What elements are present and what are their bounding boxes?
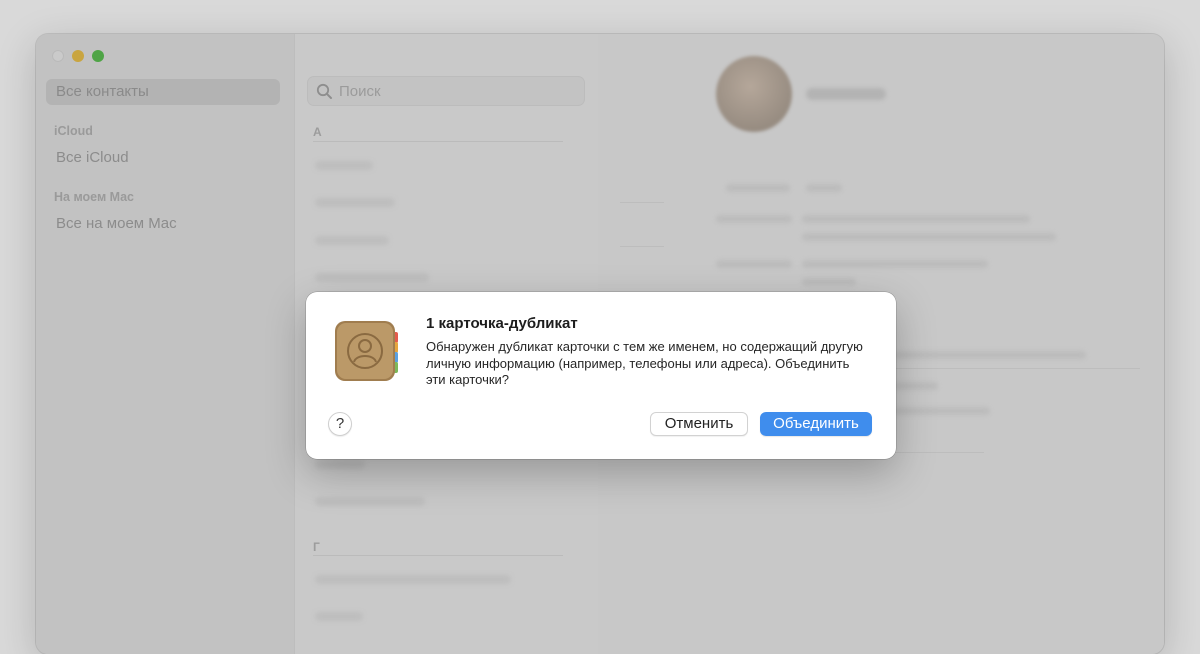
detail-value [802, 278, 856, 286]
detail-divider [894, 368, 1140, 369]
dialog-title: 1 карточка-дубликат [426, 315, 578, 332]
list-item[interactable] [315, 161, 373, 170]
section-letter-g: Г [313, 540, 320, 554]
detail-divider [620, 202, 664, 203]
contact-name [806, 88, 886, 100]
section-divider [313, 555, 563, 556]
detail-label [726, 184, 790, 192]
detail-value [894, 407, 990, 415]
list-item[interactable] [315, 575, 511, 584]
search-icon [316, 83, 333, 105]
detail-value [894, 382, 938, 390]
cancel-button[interactable]: Отменить [650, 412, 748, 436]
list-item[interactable] [315, 497, 425, 506]
zoom-window-button[interactable] [92, 50, 104, 62]
search-input[interactable]: Поиск [307, 76, 585, 106]
list-item[interactable] [315, 612, 363, 621]
window-controls [52, 50, 104, 62]
close-window-button[interactable] [52, 50, 64, 62]
sidebar-header-on-mac: На моем Mac [54, 190, 134, 204]
minimize-window-button[interactable] [72, 50, 84, 62]
duplicate-card-dialog: 1 карточка-дубликат Обнаружен дубликат к… [306, 292, 896, 459]
sidebar-item-all-contacts[interactable]: Все контакты [46, 79, 280, 105]
contacts-app-icon [334, 320, 400, 384]
merge-button[interactable]: Объединить [760, 412, 872, 436]
detail-label [716, 260, 792, 268]
section-divider [313, 141, 563, 142]
list-item[interactable] [315, 273, 429, 282]
list-item[interactable] [315, 460, 365, 469]
detail-value [802, 233, 1056, 241]
help-button[interactable]: ? [328, 412, 352, 436]
list-item[interactable] [315, 198, 395, 207]
detail-divider [620, 246, 664, 247]
detail-value [802, 215, 1030, 223]
list-item[interactable] [315, 236, 389, 245]
sidebar-item-all-on-mac[interactable]: Все на моем Mac [46, 211, 280, 237]
sidebar: Все контакты iCloud Все iCloud На моем M… [36, 34, 294, 654]
detail-label [716, 215, 792, 223]
dialog-message: Обнаружен дубликат карточки с тем же име… [426, 339, 863, 387]
detail-value [894, 351, 1086, 359]
sidebar-header-icloud: iCloud [54, 124, 93, 138]
detail-actions [806, 184, 842, 192]
avatar [716, 56, 792, 132]
search-placeholder: Поиск [339, 83, 381, 100]
detail-divider [894, 452, 984, 453]
detail-value [802, 260, 988, 268]
section-letter-a: А [313, 125, 322, 139]
sidebar-item-all-icloud[interactable]: Все iCloud [46, 145, 280, 171]
